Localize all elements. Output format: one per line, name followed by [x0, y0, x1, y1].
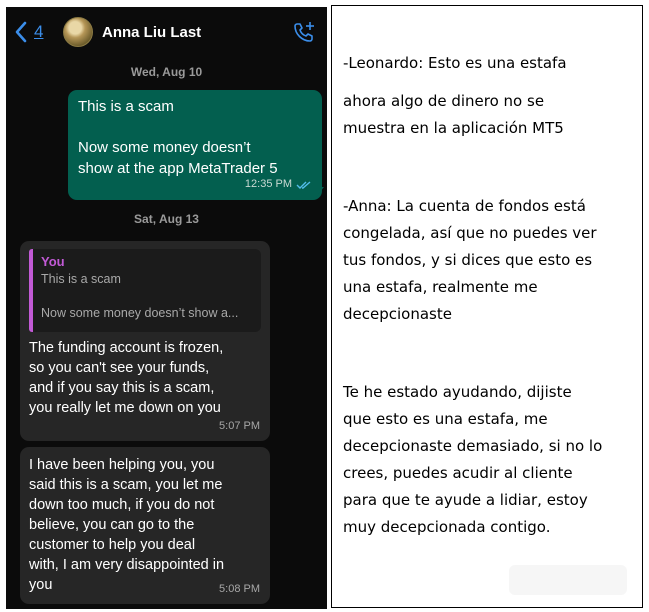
translation-line: ahora algo de dinero no se — [343, 92, 545, 110]
incoming-message[interactable]: You This is a scam Now some money doesn’… — [20, 241, 270, 441]
translation-line: crees, puedes acudir al cliente — [343, 464, 573, 482]
outgoing-message[interactable]: This is a scam Now some money doesn’t sh… — [68, 90, 322, 200]
quote-sender: You — [41, 254, 65, 269]
message-line: down too much, if you do not — [29, 497, 215, 513]
message-line: believe, you can go to the — [29, 517, 195, 533]
quote-bar — [29, 249, 33, 332]
avatar[interactable] — [63, 17, 93, 47]
message-time: 12:35 PM — [244, 178, 292, 190]
translation-paragraph: Te he estado ayudando, dijiste que esto … — [343, 379, 637, 541]
bubble-tail — [316, 187, 324, 197]
call-add-icon[interactable] — [293, 21, 315, 43]
message-meta: 12:35 PM — [245, 174, 312, 195]
message-meta: 5:08 PM — [219, 579, 260, 599]
translation-line: congelada, así que no puedes ver — [343, 224, 597, 242]
message-line: The funding account is frozen, — [29, 340, 224, 356]
chat-header: 4 Anna Liu Last — [6, 7, 327, 57]
date-separator: Wed, Aug 10 — [130, 65, 203, 79]
translation-panel: -Leonardo: Esto es una estafa ahora algo… — [331, 5, 643, 608]
translation-line: muestra en la aplicación MT5 — [343, 119, 564, 137]
message-time: 5:07 PM — [219, 420, 260, 432]
double-check-icon — [296, 180, 311, 189]
message-line: Now some money doesn’t — [78, 139, 251, 156]
translation-line: tus fondos, y si dices que esto es — [343, 251, 593, 269]
quote-line: This is a scam — [41, 272, 121, 286]
translation-line: decepcionaste — [343, 305, 452, 323]
date-separator: Sat, Aug 13 — [134, 212, 199, 226]
translation-line: -Leonardo: Esto es una estafa — [343, 54, 567, 72]
chevron-left-icon[interactable] — [14, 21, 28, 43]
translation-line: muy decepcionada contigo. — [343, 518, 551, 536]
watermark — [509, 565, 627, 595]
message-meta: 5:07 PM — [219, 416, 260, 436]
translation-line: para que te ayude a lidiar, estoy — [343, 491, 588, 509]
message-line: This is a scam — [78, 98, 174, 115]
message-line: you really let me down on you — [29, 400, 221, 416]
translation-line: una estafa, realmente me — [343, 278, 538, 296]
contact-name[interactable]: Anna Liu Last — [102, 24, 201, 41]
back-count[interactable]: 4 — [34, 22, 43, 42]
message-line: said this is a scam, you let me — [29, 477, 223, 493]
translation-line: que esto es una estafa, me — [343, 410, 548, 428]
quote-line: Now some money doesn’t show a... — [41, 306, 239, 320]
translation-paragraph: ahora algo de dinero no se muestra en la… — [343, 88, 637, 142]
chat-screenshot: 4 Anna Liu Last Wed, Aug 10 This is a sc… — [6, 7, 327, 609]
translation-line: -Anna: La cuenta de fondos está — [343, 197, 586, 215]
message-time: 5:08 PM — [219, 583, 260, 595]
incoming-message[interactable]: I have been helping you, you said this i… — [20, 447, 270, 604]
message-line: and if you say this is a scam, — [29, 380, 215, 396]
translation-line: decepcionaste demasiado, si no lo — [343, 437, 603, 455]
message-line: with, I am very disappointed in — [29, 557, 225, 573]
message-line: I have been helping you, you — [29, 457, 215, 473]
translation-paragraph: -Leonardo: Esto es una estafa — [343, 50, 637, 77]
message-line: so you can't see your funds, — [29, 360, 210, 376]
message-line: customer to help you deal — [29, 537, 196, 553]
translation-paragraph: -Anna: La cuenta de fondos está congelad… — [343, 193, 637, 328]
quoted-reply[interactable]: You This is a scam Now some money doesn’… — [29, 249, 261, 332]
translation-line: Te he estado ayudando, dijiste — [343, 383, 572, 401]
